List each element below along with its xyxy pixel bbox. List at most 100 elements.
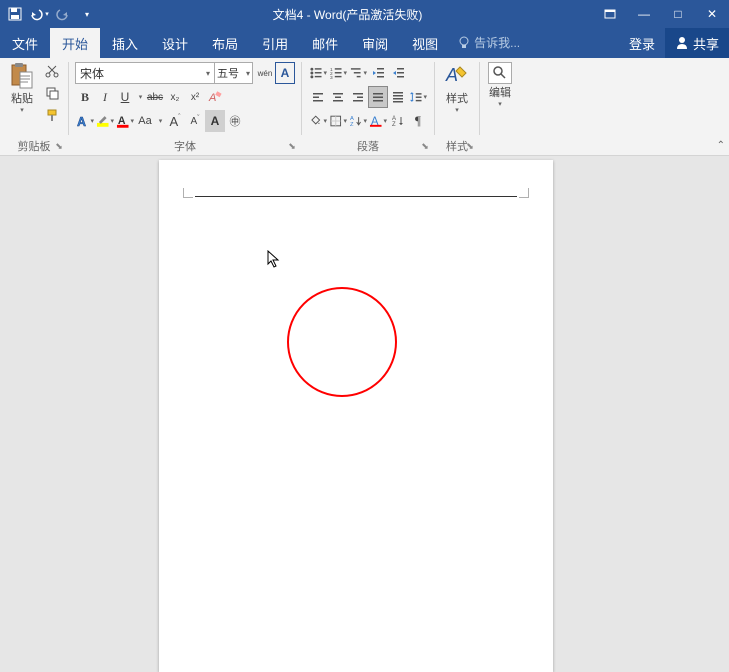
window-controls: — □ ✕	[593, 0, 729, 28]
paragraph-launcher[interactable]: ⬊	[418, 139, 432, 153]
clear-formatting-button[interactable]: A	[205, 86, 225, 108]
sort-button2[interactable]: AZ	[388, 110, 408, 132]
numbering-button[interactable]: 123▾	[328, 62, 348, 84]
find-icon	[488, 62, 512, 84]
undo-button[interactable]: ▾	[28, 3, 50, 25]
highlight-button[interactable]: ▾	[95, 110, 115, 132]
borders-button[interactable]: ▾	[328, 110, 348, 132]
group-clipboard: 粘贴 ▾ 剪贴板 ⬊	[0, 58, 68, 155]
quick-access-toolbar: ▾ ▾	[0, 3, 102, 25]
clipboard-icon	[8, 62, 36, 90]
svg-text:A: A	[77, 115, 86, 128]
window-title: 文档4 - Word(产品激活失败)	[102, 6, 593, 23]
mouse-cursor-icon	[267, 250, 281, 268]
align-right-button[interactable]	[348, 86, 368, 108]
change-case-button[interactable]: Aa	[135, 110, 155, 132]
format-painter-button[interactable]	[42, 106, 62, 124]
tab-references[interactable]: 引用	[250, 28, 300, 58]
sort-button[interactable]: AZ▾	[348, 110, 368, 132]
multilevel-button[interactable]: ▾	[348, 62, 368, 84]
svg-text:A: A	[445, 65, 458, 85]
cut-button[interactable]	[42, 62, 62, 80]
svg-text:Z: Z	[392, 122, 396, 128]
font-launcher[interactable]: ⬊	[285, 139, 299, 153]
minimize-button[interactable]: —	[627, 0, 661, 28]
tab-mailings[interactable]: 邮件	[300, 28, 350, 58]
group-font: 宋体▾ 五号▾ wén A B I U ▾ abc x₂	[69, 58, 301, 155]
strikethrough-button[interactable]: abc	[145, 86, 165, 108]
tab-design[interactable]: 设计	[150, 28, 200, 58]
align-center-button[interactable]	[328, 86, 348, 108]
oval-shape[interactable]	[287, 287, 397, 397]
share-button[interactable]: 共享	[665, 28, 729, 58]
group-label-font: 字体	[73, 137, 297, 155]
group-label-editing	[484, 137, 516, 155]
tell-me-input[interactable]	[474, 36, 554, 50]
decrease-indent-button[interactable]	[368, 62, 388, 84]
ribbon-options-button[interactable]	[593, 0, 627, 28]
group-paragraph: ▾ 123▾ ▾ ▾ ▾ ▾ AZ▾	[302, 58, 434, 155]
phonetic-guide-button[interactable]: wén	[255, 62, 275, 84]
person-icon	[675, 36, 689, 50]
text-effects-button[interactable]: A▾	[75, 110, 95, 132]
underline-more[interactable]: ▾	[135, 86, 145, 108]
margin-corner-tl	[183, 188, 193, 198]
char-border-button[interactable]: A	[275, 62, 295, 84]
line-spacing-button[interactable]: ▾	[408, 86, 428, 108]
page[interactable]	[159, 160, 553, 672]
svg-text:3: 3	[330, 75, 333, 80]
login-button[interactable]: 登录	[619, 28, 665, 58]
enclose-chars-button[interactable]: ㊥	[225, 110, 245, 132]
grow-font-button[interactable]: Aˆ	[165, 110, 185, 132]
header-divider	[195, 196, 517, 197]
group-styles: A 样式 ▾ 样式 ⬊	[435, 58, 479, 155]
editing-button[interactable]: 编辑 ▾	[484, 60, 516, 110]
tab-insert[interactable]: 插入	[100, 28, 150, 58]
superscript-button[interactable]: x²	[185, 86, 205, 108]
char-shading-button[interactable]: A	[205, 110, 225, 132]
title-bar: ▾ ▾ 文档4 - Word(产品激活失败) — □ ✕	[0, 0, 729, 28]
bold-button[interactable]: B	[75, 86, 95, 108]
tab-layout[interactable]: 布局	[200, 28, 250, 58]
font-name-combo[interactable]: 宋体▾	[75, 62, 215, 84]
increase-indent-button[interactable]	[388, 62, 408, 84]
paragraph-marks-button[interactable]: ¶	[408, 110, 428, 132]
styles-launcher[interactable]: ⬊	[463, 139, 477, 153]
justify-button[interactable]	[368, 86, 388, 108]
underline-button[interactable]: U	[115, 86, 135, 108]
save-button[interactable]	[4, 3, 26, 25]
italic-button[interactable]: I	[95, 86, 115, 108]
tab-review[interactable]: 审阅	[350, 28, 400, 58]
tab-file[interactable]: 文件	[0, 28, 50, 58]
case-more[interactable]: ▾	[155, 110, 165, 132]
styles-button[interactable]: A 样式 ▾	[439, 60, 475, 116]
qat-more-button[interactable]: ▾	[76, 3, 98, 25]
tab-view[interactable]: 视图	[400, 28, 450, 58]
collapse-ribbon-button[interactable]: ⌃	[717, 140, 725, 151]
copy-button[interactable]	[42, 84, 62, 102]
shading-button[interactable]: ▾	[308, 110, 328, 132]
shrink-font-button[interactable]: Aˇ	[185, 110, 205, 132]
show-marks-button[interactable]: A▾	[368, 110, 388, 132]
close-button[interactable]: ✕	[695, 0, 729, 28]
bullets-button[interactable]: ▾	[308, 62, 328, 84]
subscript-button[interactable]: x₂	[165, 86, 185, 108]
font-color-button[interactable]: A▾	[115, 110, 135, 132]
clipboard-launcher[interactable]: ⬊	[52, 139, 66, 153]
paste-button[interactable]: 粘贴 ▾	[4, 60, 40, 116]
ribbon: 粘贴 ▾ 剪贴板 ⬊ 宋体▾	[0, 58, 729, 156]
distribute-button[interactable]	[388, 86, 408, 108]
margin-corner-tr	[519, 188, 529, 198]
redo-button[interactable]	[52, 3, 74, 25]
maximize-button[interactable]: □	[661, 0, 695, 28]
svg-text:Z: Z	[350, 122, 354, 128]
document-canvas[interactable]	[0, 156, 729, 672]
tell-me-search[interactable]	[450, 28, 619, 58]
ribbon-tabs: 文件 开始 插入 设计 布局 引用 邮件 审阅 视图 登录 共享	[0, 28, 729, 58]
styles-icon: A	[443, 62, 471, 90]
font-size-combo[interactable]: 五号▾	[215, 62, 253, 84]
align-left-button[interactable]	[308, 86, 328, 108]
tab-home[interactable]: 开始	[50, 28, 100, 58]
group-label-paragraph: 段落	[306, 137, 430, 155]
bulb-icon	[458, 36, 470, 50]
